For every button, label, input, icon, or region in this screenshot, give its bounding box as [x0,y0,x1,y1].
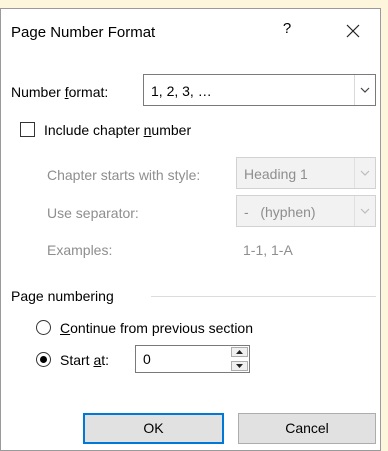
chapter-style-label: Chapter starts with style: [47,167,201,183]
spin-up-icon[interactable] [231,347,248,357]
include-chapter-number-label: Include chapter number [44,122,192,138]
continue-from-previous-radio[interactable] [36,320,51,335]
page-numbering-group-label: Page numbering [11,288,114,304]
help-button[interactable]: ? [277,20,297,42]
examples-label: Examples: [47,242,113,258]
dialog-title: Page Number Format [11,24,156,41]
page-number-format-dialog: Page Number Format ? Number format: 1, 2… [0,8,381,451]
number-format-label: Number format: [11,84,109,100]
chapter-style-value: Heading 1 [244,166,308,182]
number-format-select[interactable]: 1, 2, 3, … [143,74,376,106]
separator-value: - (hyphen) [244,204,316,220]
start-at-radio[interactable] [36,352,51,367]
ok-button[interactable]: OK [83,413,224,444]
chevron-down-icon[interactable] [354,158,375,188]
chevron-down-icon[interactable] [354,75,375,105]
separator-select[interactable]: - (hyphen) [236,195,376,227]
start-at-label: Start at: [60,352,110,368]
spin-down-icon[interactable] [231,361,248,371]
include-chapter-number-checkbox[interactable] [20,122,35,137]
start-at-input[interactable]: 0 [143,351,151,367]
separator-label: Use separator: [47,205,139,221]
start-at-stepper[interactable]: 0 [135,345,250,373]
continue-from-previous-label: Continue from previous section [60,320,253,336]
close-icon[interactable] [341,19,365,43]
chevron-down-icon[interactable] [354,196,375,226]
number-format-value: 1, 2, 3, … [151,83,212,99]
group-divider [151,296,376,297]
chapter-style-select[interactable]: Heading 1 [236,157,376,189]
examples-value: 1-1, 1-A [243,242,293,258]
cancel-button[interactable]: Cancel [238,413,376,444]
